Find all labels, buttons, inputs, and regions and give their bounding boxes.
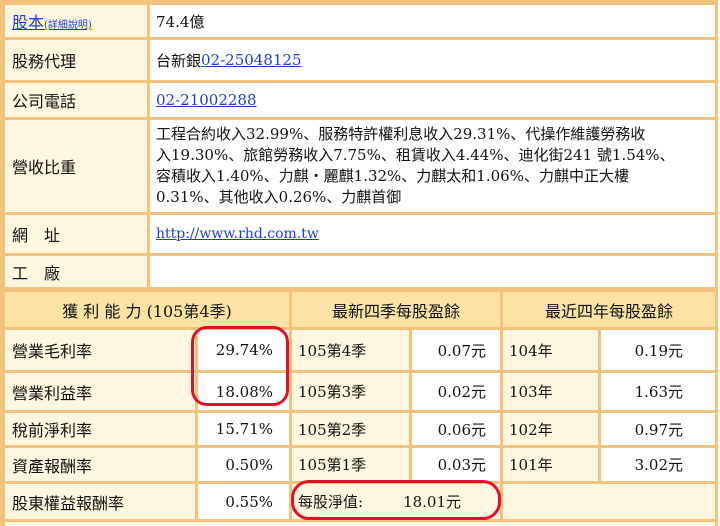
revenue-line: 入19.30%、旅館勞務收入7.75%、租賃收入4.44%、迪化街241 號1.… <box>156 146 675 164</box>
eps-year-value: 1.63元 <box>601 373 715 410</box>
eps-quarter-value: 0.03元 <box>412 448 500 481</box>
eps-year-label: 104年 <box>503 330 598 370</box>
eps-quarter-value: 0.07元 <box>412 330 500 370</box>
phone-value-cell: 02-21002288 <box>150 83 715 117</box>
profit-label: 資產報酬率 <box>5 448 195 481</box>
profit-label: 營業利益率 <box>5 373 195 410</box>
profit-label: 稅前淨利率 <box>5 413 195 445</box>
eps-quarter-label: 105第2季 <box>292 413 409 445</box>
eps-year-label: 101年 <box>503 448 598 481</box>
eps-year-value: 3.02元 <box>601 448 715 481</box>
company-phone-link[interactable]: 02-21002288 <box>156 91 257 109</box>
profit-header: 獲 利 能 力 (105第4季) <box>5 292 289 327</box>
eps-quarter-header: 最新四季每股盈餘 <box>292 292 500 327</box>
profit-value: 0.55% <box>198 484 289 519</box>
eps-quarter-value: 0.06元 <box>412 413 500 445</box>
agent-phone-link[interactable]: 02-25048125 <box>201 51 302 69</box>
factory-label: 工 廠 <box>5 256 147 287</box>
margin-highlight-circle <box>191 326 289 406</box>
eps-quarter-label: 105第3季 <box>292 373 409 410</box>
eps-quarter-label: 105第1季 <box>292 448 409 481</box>
profit-label: 營業毛利率 <box>5 330 195 370</box>
website-row: 網 址 http://www.rhd.com.tw <box>5 215 715 253</box>
nav-highlight-circle <box>291 480 501 520</box>
website-label: 網 址 <box>5 215 147 253</box>
capital-detail-link[interactable]: 股本(詳細說明) <box>12 9 92 33</box>
phone-row: 公司電話 02-21002288 <box>5 83 715 117</box>
profit-label: 股東權益報酬率 <box>5 484 195 519</box>
profit-value: 0.50% <box>198 448 289 481</box>
table-bottom-strip <box>5 522 715 526</box>
agent-value-cell: 台新銀 02-25048125 <box>150 40 715 80</box>
capital-row: 股本(詳細說明) 74.4億 <box>5 5 715 37</box>
eps-year-header: 最近四年每股盈餘 <box>503 292 715 327</box>
revenue-row: 營收比重 工程合約收入32.99%、服務特許權利息收入29.31%、代操作維護勞… <box>5 120 715 212</box>
eps-quarter-value: 0.02元 <box>412 373 500 410</box>
agent-name: 台新銀 <box>156 51 202 70</box>
website-value-cell: http://www.rhd.com.tw <box>150 215 715 253</box>
capital-label: 股本 <box>12 13 45 32</box>
revenue-line: 工程合約收入32.99%、服務特許權利息收入29.31%、代操作維護勞務收 <box>156 125 646 143</box>
profit-value: 15.71% <box>198 413 289 445</box>
eps-year-value: 0.19元 <box>601 330 715 370</box>
capital-detail-note: (詳細說明) <box>44 20 92 31</box>
revenue-value-cell: 工程合約收入32.99%、服務特許權利息收入29.31%、代操作維護勞務收 入1… <box>150 120 715 212</box>
factory-row: 工 廠 <box>5 256 715 287</box>
eps-year-value: 0.97元 <box>601 413 715 445</box>
capital-label-cell: 股本(詳細說明) <box>5 5 147 37</box>
factory-value <box>150 256 715 287</box>
company-profile-table: 股本(詳細說明) 74.4億 股務代理 台新銀 02-25048125 公司電話 … <box>0 0 718 526</box>
revenue-line: 0.31%、其他收入0.26%、力麒首御 <box>156 188 402 206</box>
revenue-label: 營收比重 <box>5 120 147 212</box>
eps-year-label: 102年 <box>503 413 598 445</box>
empty-cell <box>503 484 715 519</box>
agent-label: 股務代理 <box>5 40 147 80</box>
website-link[interactable]: http://www.rhd.com.tw <box>156 226 319 242</box>
revenue-line: 容積收入1.40%、力麒‧麗麒1.32%、力麒太和1.06%、力麒中正大樓 <box>156 167 629 185</box>
agent-row: 股務代理 台新銀 02-25048125 <box>5 40 715 80</box>
phone-label: 公司電話 <box>5 83 147 117</box>
eps-year-label: 103年 <box>503 373 598 410</box>
eps-quarter-label: 105第4季 <box>292 330 409 370</box>
capital-value: 74.4億 <box>150 5 715 37</box>
